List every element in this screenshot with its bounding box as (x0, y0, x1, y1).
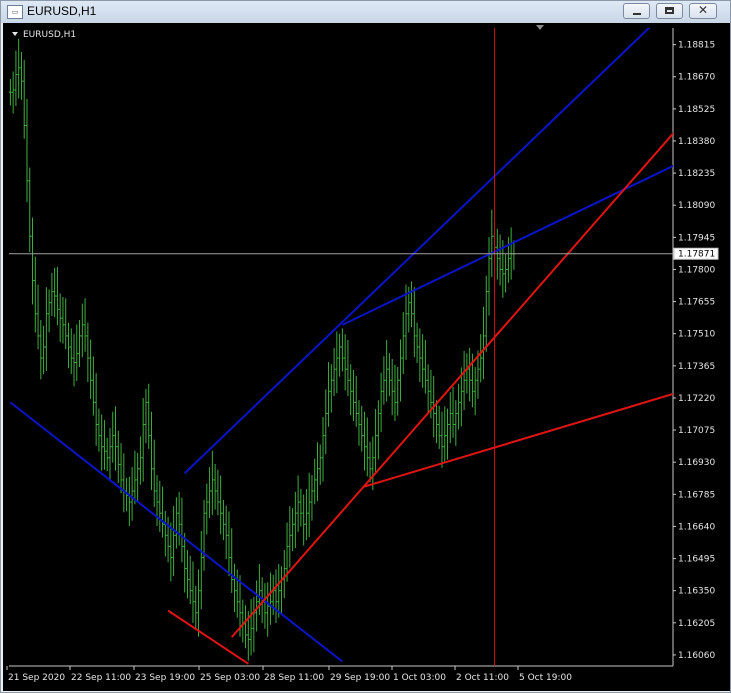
time-tick-label: 22 Sep 11:00 (71, 673, 131, 683)
price-tick-label: 1.17800 (678, 265, 715, 275)
price-tick-label: 1.16060 (678, 651, 715, 661)
price-tick-label: 1.18525 (678, 105, 715, 115)
window-title: EURUSD,H1 (27, 4, 97, 18)
price-tick-label: 1.16785 (678, 490, 715, 500)
price-tick-label: 1.17655 (678, 298, 715, 308)
price-tick-label: 1.17220 (678, 394, 715, 404)
price-tick-label: 1.18670 (678, 73, 715, 83)
price-tick-label: 1.17510 (678, 330, 715, 340)
price-tick-label: 1.17365 (678, 362, 715, 372)
chart-window: ▭ EURUSD,H1 ✕ 1.18815 1.18670 1.18525 1.183… (0, 0, 731, 693)
time-tick-label: 23 Sep 19:00 (135, 673, 195, 683)
time-tick-label: 21 Sep 2020 (8, 673, 65, 683)
price-tick-label: 1.16640 (678, 522, 715, 532)
close-button[interactable]: ✕ (689, 3, 717, 19)
price-tick-label: 1.17075 (678, 426, 715, 436)
price-chart[interactable]: 1.18815 1.18670 1.18525 1.18380 1.18235 1.180… (3, 23, 730, 691)
minimize-button[interactable] (623, 3, 650, 19)
time-tick-label: 2 Oct 11:00 (456, 673, 509, 683)
price-tick-label: 1.17945 (678, 233, 715, 243)
time-tick-label: 28 Sep 11:00 (264, 673, 324, 683)
price-tick-label: 1.18235 (678, 169, 715, 179)
chart-background (3, 23, 730, 691)
current-price-box: 1.17871 (673, 247, 719, 260)
close-icon: ✕ (697, 3, 709, 17)
price-tick-label: 1.16495 (678, 555, 715, 565)
chart-window-icon: ▭ (7, 5, 23, 19)
current-price-label: 1.17871 (678, 250, 715, 260)
time-tick-label: 5 Oct 19:00 (519, 673, 572, 683)
price-tick-label: 1.16350 (678, 587, 715, 597)
price-tick-label: 1.16930 (678, 458, 715, 468)
price-tick-label: 1.16205 (678, 619, 715, 629)
price-tick-label: 1.18090 (678, 201, 715, 211)
minimize-icon (633, 13, 641, 15)
price-tick-label: 1.18380 (678, 137, 715, 147)
price-tick-label: 1.18815 (678, 41, 715, 51)
time-tick-label: 25 Sep 03:00 (200, 673, 260, 683)
time-tick-label: 1 Oct 03:00 (393, 673, 446, 683)
time-tick-label: 29 Sep 19:00 (330, 673, 390, 683)
maximize-button[interactable] (656, 3, 683, 19)
symbol-timeframe-label: EURUSD,H1 (23, 30, 76, 40)
time-scale[interactable]: 21 Sep 2020 22 Sep 11:00 23 Sep 19:00 25 Se… (8, 673, 572, 683)
maximize-icon (665, 7, 674, 14)
title-bar[interactable]: ▭ EURUSD,H1 ✕ (1, 1, 730, 23)
